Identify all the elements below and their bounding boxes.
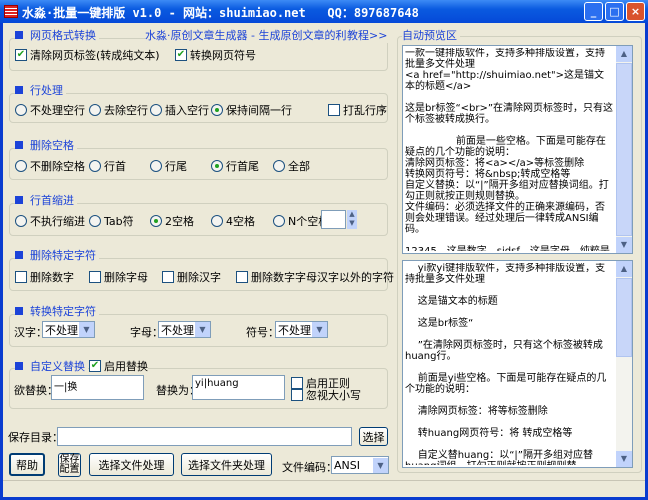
minimize-button[interactable]: _ [584, 2, 603, 21]
encoding-select[interactable]: ANSI ▼ [331, 456, 389, 474]
help-button[interactable]: 帮助 [9, 453, 45, 476]
browse-button[interactable]: 选择 [359, 427, 388, 446]
radio-all-spaces[interactable]: 全部 [273, 158, 310, 174]
replace-textarea[interactable]: yi|huang [192, 375, 285, 400]
shuffle-lines-checkbox[interactable]: 打乱行序 [328, 102, 387, 118]
convert-chars-title: 转换特定字符 [15, 303, 99, 319]
remove-hanzi-checkbox[interactable]: 删除汉字 [162, 269, 221, 285]
custom-replace-title: 自定义替换 [15, 358, 88, 374]
radio-line-start[interactable]: 行首 [89, 158, 126, 174]
ignore-case-checkbox[interactable]: 忽视大小写 [291, 387, 361, 403]
enable-replace-checkbox[interactable]: ✔ 启用替换 [89, 358, 148, 374]
preview-title: 自动预览区 [402, 27, 460, 43]
maximize-button[interactable]: □ [605, 2, 624, 21]
scroll-up-icon[interactable]: ▲ [616, 46, 632, 62]
line-process-title: 行处理 [15, 82, 66, 98]
save-dir-input[interactable] [57, 427, 352, 446]
radio-line-both[interactable]: 行首尾 [211, 158, 259, 174]
radio-remove-blank-lines[interactable]: 去除空行 [89, 102, 148, 118]
source-scrollbar[interactable]: ▲ ▼ [616, 46, 632, 253]
radio-2-spaces[interactable]: 2空格 [150, 213, 194, 229]
client-area: 网页格式转换 水淼·原创文章生成器 - 生成原创文章的利器！ 教程>> ✔ 清除网… [3, 23, 645, 497]
symbols-select[interactable]: 不处理 ▼ [275, 321, 328, 338]
result-scrollbar[interactable]: ▲ ▼ [616, 261, 632, 467]
save-dir-label: 保存目录： [8, 431, 63, 444]
encoding-label: 文件编码： [282, 461, 337, 474]
hanzi-select[interactable]: 不处理 ▼ [42, 321, 95, 338]
radio-tab-indent[interactable]: Tab符 [89, 213, 134, 229]
scroll-thumb[interactable] [616, 63, 632, 236]
radio-4-spaces[interactable]: 4空格 [211, 213, 255, 229]
n-spaces-spinner[interactable]: ▲ ▼ [347, 210, 357, 229]
close-button[interactable]: × [626, 2, 645, 21]
radio-keep-one-line-gap[interactable]: 保持间隔一行 [211, 102, 292, 118]
convert-html-entities-checkbox[interactable]: ✔ 转换网页符号 [175, 47, 256, 63]
find-textarea[interactable]: 一|换 [51, 375, 144, 400]
save-config-button[interactable]: 保存配置 [58, 453, 81, 477]
tutorial-link[interactable]: 教程>> [347, 27, 391, 43]
source-preview-textarea[interactable]: 一款一键排版软件，支持多种排版设置，支持批量多文件处理 <a href="htt… [402, 45, 633, 254]
remove-letters-checkbox[interactable]: 删除字母 [89, 269, 148, 285]
radio-no-remove-spaces[interactable]: 不删除空格 [15, 158, 85, 174]
scroll-down-icon[interactable]: ▼ [616, 237, 632, 253]
result-preview-text: yi款yi键排版软件，支持多种排版设置，支持批量多文件处理 这是锚文本的标题 这… [405, 263, 607, 465]
title-bar[interactable]: 水淼·批量一键排版 v1.0 - 网站：shuimiao.net QQ：8976… [0, 0, 648, 23]
scroll-down-icon[interactable]: ▼ [616, 451, 632, 467]
radio-line-end[interactable]: 行尾 [150, 158, 187, 174]
remove-spaces-title: 删除空格 [15, 137, 77, 153]
remove-other-chars-checkbox[interactable]: 删除数字字母汉字以外的字符 [236, 269, 394, 285]
process-folder-button[interactable]: 选择文件夹处理 [181, 453, 272, 476]
radio-keep-blank-lines[interactable]: 不处理空行 [15, 102, 85, 118]
remove-digits-checkbox[interactable]: 删除数字 [15, 269, 74, 285]
radio-no-indent[interactable]: 不执行缩进 [15, 213, 85, 229]
window-title: 水淼·批量一键排版 v1.0 - 网站：shuimiao.net QQ：8976… [22, 6, 419, 20]
indent-title: 行首缩进 [15, 192, 77, 208]
result-preview-textarea[interactable]: yi款yi键排版软件，支持多种排版设置，支持批量多文件处理 这是锚文本的标题 这… [402, 260, 633, 468]
n-spaces-input[interactable] [321, 210, 346, 229]
status-bar [3, 480, 645, 497]
scroll-thumb[interactable] [616, 278, 632, 357]
letters-select[interactable]: 不处理 ▼ [158, 321, 211, 338]
process-files-button[interactable]: 选择文件处理 [89, 453, 174, 476]
radio-insert-blank-lines[interactable]: 插入空行 [150, 102, 209, 118]
source-preview-text: 一款一键排版软件，支持多种排版设置，支持批量多文件处理 <a href="htt… [405, 48, 614, 251]
web-format-title: 网页格式转换 [15, 27, 99, 43]
app-icon [4, 5, 18, 18]
scroll-up-icon[interactable]: ▲ [616, 261, 632, 277]
promo-link[interactable]: 水淼·原创文章生成器 - 生成原创文章的利器！ [145, 27, 372, 43]
remove-chars-title: 删除特定字符 [15, 247, 99, 263]
clear-html-tags-checkbox[interactable]: ✔ 清除网页标签(转成纯文本) [15, 47, 160, 63]
